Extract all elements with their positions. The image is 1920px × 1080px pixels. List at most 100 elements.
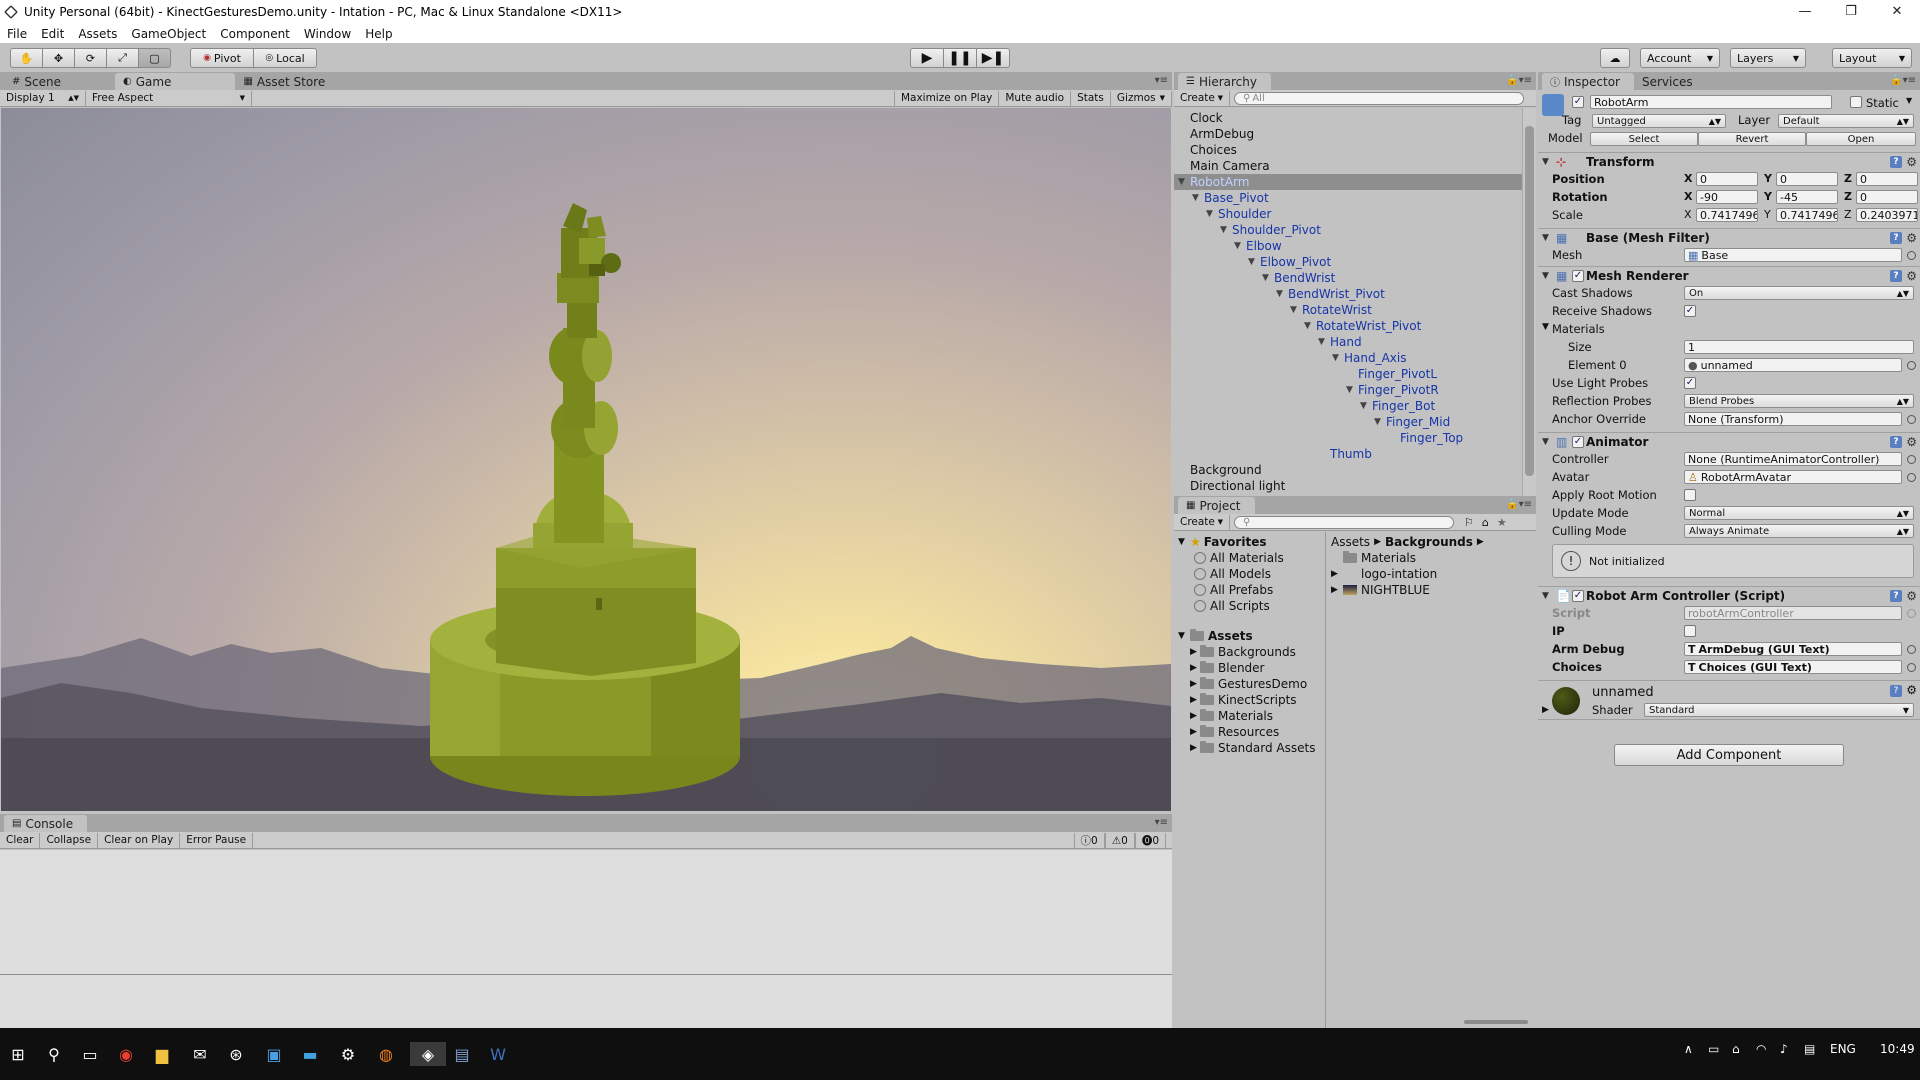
- warning-count-toggle[interactable]: ⚠ 0: [1104, 833, 1135, 848]
- breadcrumb-assets[interactable]: Assets: [1331, 535, 1370, 549]
- asset-folder[interactable]: ▶ Standard Assets: [1190, 740, 1315, 756]
- scroll-thumb[interactable]: [1525, 126, 1534, 476]
- help-icon[interactable]: ?: [1890, 685, 1902, 697]
- panel-menu-icon[interactable]: 🔒▾≡: [1890, 75, 1916, 86]
- gear-icon[interactable]: ⚙: [1906, 683, 1917, 697]
- avatar-field[interactable]: ♙ RobotArmAvatar: [1684, 470, 1902, 484]
- display-dropdown[interactable]: Display 1 ▲▼: [0, 90, 86, 106]
- mute-audio-button[interactable]: Mute audio: [999, 90, 1072, 106]
- chevron-down-icon[interactable]: ▼: [1906, 96, 1912, 105]
- play-button[interactable]: ▶: [910, 48, 944, 68]
- rotate-tool-icon[interactable]: ⟳: [74, 48, 107, 68]
- hierarchy-item[interactable]: ▼ RotateWrist: [1174, 302, 1522, 318]
- maximize-on-play-button[interactable]: Maximize on Play: [893, 90, 1000, 106]
- pivot-toggle[interactable]: ◉ Pivot: [190, 48, 254, 68]
- tag-dropdown[interactable]: Untagged ▲▼: [1592, 114, 1726, 128]
- hierarchy-item[interactable]: Finger_Top: [1174, 430, 1522, 446]
- panel-menu-icon[interactable]: 🔒▾≡: [1506, 499, 1532, 510]
- fold-arrow-icon[interactable]: ▼: [1318, 337, 1330, 347]
- fold-arrow-icon[interactable]: ▼: [1234, 241, 1246, 251]
- object-picker-icon[interactable]: [1907, 645, 1916, 654]
- fold-arrow-icon[interactable]: ▼: [1220, 225, 1232, 235]
- fold-arrow-icon[interactable]: ▼: [1262, 273, 1274, 283]
- object-picker-icon[interactable]: [1907, 251, 1916, 260]
- panel-menu-icon[interactable]: ▾≡: [1155, 817, 1168, 828]
- menu-file[interactable]: File: [0, 27, 34, 41]
- fold-arrow-icon[interactable]: ▶: [1190, 727, 1200, 737]
- gear-icon[interactable]: ⚙: [1906, 269, 1917, 283]
- object-picker-icon[interactable]: [1907, 663, 1916, 672]
- stats-button[interactable]: Stats: [1071, 90, 1111, 106]
- rotation-z-field[interactable]: 0: [1856, 190, 1918, 204]
- mesh-filter-header[interactable]: ▼ ▦ Base (Mesh Filter) ? ⚙: [1538, 228, 1920, 247]
- clear-button[interactable]: Clear: [0, 832, 41, 848]
- clear-on-play-button[interactable]: Clear on Play: [98, 832, 181, 848]
- unity-taskbar-icon[interactable]: ◈: [410, 1042, 446, 1066]
- network-icon[interactable]: ⌂: [1732, 1042, 1740, 1056]
- menu-assets[interactable]: Assets: [71, 27, 124, 41]
- material-section[interactable]: ▶ unnamed Shader Standard ▼ ? ⚙: [1538, 680, 1920, 720]
- scale-x-field[interactable]: 0.7417496: [1696, 208, 1758, 222]
- animator-header[interactable]: ▼ ▥ ✓ Animator ? ⚙: [1538, 432, 1920, 451]
- model-revert-button[interactable]: Revert: [1698, 132, 1806, 146]
- monitor-icon[interactable]: ▬: [298, 1042, 322, 1066]
- battery-icon[interactable]: ▭: [1708, 1042, 1719, 1056]
- object-picker-icon[interactable]: [1907, 415, 1916, 424]
- culling-mode-dropdown[interactable]: Always Animate ▲▼: [1684, 524, 1914, 538]
- fold-arrow-icon[interactable]: ▶: [1190, 743, 1200, 753]
- fold-arrow-icon[interactable]: ▶: [1190, 711, 1200, 721]
- hierarchy-item[interactable]: ▼ RobotArm: [1174, 174, 1522, 190]
- update-mode-dropdown[interactable]: Normal ▲▼: [1684, 506, 1914, 520]
- remote-desktop-icon[interactable]: ▣: [262, 1042, 286, 1066]
- help-icon[interactable]: ?: [1890, 436, 1902, 448]
- console-detail-area[interactable]: [0, 974, 1172, 1028]
- shader-dropdown[interactable]: Standard ▼: [1644, 703, 1914, 717]
- blender-icon[interactable]: ◍: [374, 1042, 398, 1066]
- gear-icon[interactable]: ⚙: [1906, 435, 1917, 449]
- hierarchy-item[interactable]: Thumb: [1174, 446, 1522, 462]
- favorite-star-icon[interactable]: ★: [1497, 516, 1507, 529]
- hierarchy-item[interactable]: ▼ Elbow: [1174, 238, 1522, 254]
- tab-hierarchy[interactable]: ☰ Hierarchy: [1178, 73, 1271, 90]
- minimize-button[interactable]: —: [1782, 0, 1828, 22]
- hierarchy-item[interactable]: ▼ Shoulder_Pivot: [1174, 222, 1522, 238]
- fold-arrow-icon[interactable]: ▼: [1374, 417, 1386, 427]
- maximize-button[interactable]: ❐: [1828, 0, 1874, 22]
- hierarchy-item[interactable]: ArmDebug: [1174, 126, 1522, 142]
- hierarchy-item[interactable]: ▼ Base_Pivot: [1174, 190, 1522, 206]
- local-toggle[interactable]: ◎ Local: [253, 48, 317, 68]
- position-x-field[interactable]: 0: [1696, 172, 1758, 186]
- transform-header[interactable]: ▼ ⊹ Transform ? ⚙: [1538, 152, 1920, 171]
- favorites-item[interactable]: All Models: [1194, 566, 1271, 582]
- assets-header[interactable]: ▼ Assets: [1178, 628, 1253, 644]
- mail-icon[interactable]: ✉: [188, 1042, 212, 1066]
- mesh-renderer-enabled-checkbox[interactable]: ✓: [1572, 270, 1584, 282]
- project-search-input[interactable]: ⚲: [1234, 515, 1454, 529]
- collapse-button[interactable]: Collapse: [40, 832, 99, 848]
- tab-game[interactable]: ◐ Game: [114, 73, 236, 90]
- asset-folder[interactable]: ▶ Materials: [1190, 708, 1273, 724]
- apply-root-motion-checkbox[interactable]: [1684, 489, 1696, 501]
- info-count-toggle[interactable]: ⓘ 0: [1073, 833, 1105, 848]
- layers-dropdown[interactable]: Layers ▼: [1730, 48, 1806, 68]
- layout-dropdown[interactable]: Layout ▼: [1832, 48, 1912, 68]
- hierarchy-search-input[interactable]: ⚲ All: [1234, 91, 1524, 105]
- tab-project[interactable]: ▦ Project: [1178, 497, 1255, 514]
- task-view-icon[interactable]: ▭: [78, 1042, 102, 1066]
- project-content-item[interactable]: ▶ logo-intation: [1331, 566, 1437, 582]
- asset-folder[interactable]: ▶ Backgrounds: [1190, 644, 1296, 660]
- use-light-probes-checkbox[interactable]: ✓: [1684, 377, 1696, 389]
- favorites-header[interactable]: ▼ ★ Favorites: [1178, 534, 1266, 550]
- static-checkbox[interactable]: [1850, 96, 1862, 108]
- fold-arrow-icon[interactable]: ▼: [1346, 385, 1358, 395]
- gear-icon[interactable]: ⚙: [1906, 231, 1917, 245]
- receive-shadows-checkbox[interactable]: ✓: [1684, 305, 1696, 317]
- scale-y-field[interactable]: 0.7417496: [1776, 208, 1838, 222]
- add-component-button[interactable]: Add Component: [1614, 744, 1844, 766]
- fold-arrow-icon[interactable]: ▼: [1360, 401, 1372, 411]
- project-content-item[interactable]: Materials: [1331, 550, 1416, 566]
- fold-arrow-icon[interactable]: ▼: [1542, 322, 1549, 332]
- object-picker-icon[interactable]: [1907, 473, 1916, 482]
- mesh-renderer-header[interactable]: ▼ ▦ ✓ Mesh Renderer ? ⚙: [1538, 266, 1920, 285]
- anchor-override-field[interactable]: None (Transform): [1684, 412, 1902, 426]
